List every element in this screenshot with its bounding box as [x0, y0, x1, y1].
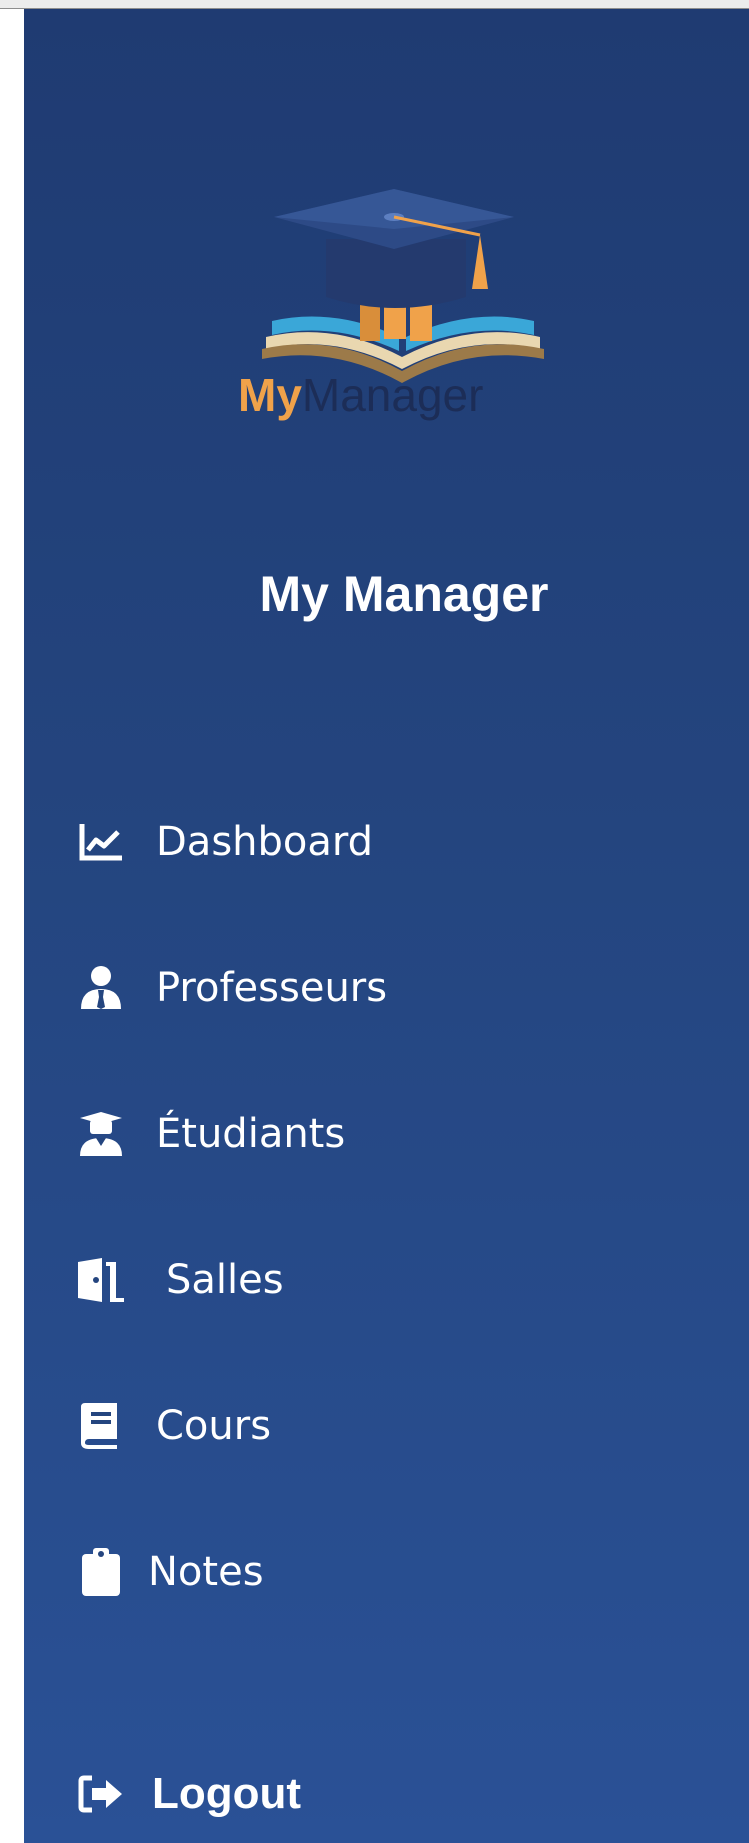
app-title: My Manager	[259, 566, 549, 622]
nav-item-dashboard[interactable]: Dashboard	[76, 807, 676, 877]
logout-icon	[76, 1769, 126, 1819]
svg-text:MyManager: MyManager	[238, 369, 483, 421]
app-logo: MyManager	[234, 169, 614, 439]
nav-item-etudiants[interactable]: Étudiants	[76, 1099, 676, 1169]
logo-text-manager: Manager	[302, 369, 484, 421]
nav-label-cours: Cours	[156, 1403, 272, 1449]
nav-label-notes: Notes	[148, 1549, 264, 1595]
book-icon	[76, 1401, 126, 1451]
nav-label-professeurs: Professeurs	[156, 965, 388, 1011]
logo-text-my: My	[238, 369, 302, 421]
nav-item-notes[interactable]: Notes	[76, 1537, 676, 1607]
logout-button[interactable]: Logout	[76, 1759, 676, 1829]
nav-label-dashboard: Dashboard	[156, 819, 374, 865]
nav-label-salles: Salles	[166, 1257, 284, 1303]
logout-label: Logout	[152, 1769, 302, 1818]
user-graduate-icon	[76, 1109, 126, 1159]
nav-item-salles[interactable]: Salles	[76, 1245, 676, 1315]
door-open-icon	[76, 1255, 126, 1305]
clipboard-icon	[76, 1547, 126, 1597]
chart-line-icon	[76, 817, 126, 867]
sidebar: MyManager My Manager Dashboard Professeu…	[24, 9, 749, 1843]
window-top-border	[0, 0, 749, 9]
nav-item-cours[interactable]: Cours	[76, 1391, 676, 1461]
nav-label-etudiants: Étudiants	[156, 1111, 346, 1157]
nav-item-professeurs[interactable]: Professeurs	[76, 953, 676, 1023]
user-tie-icon	[76, 963, 126, 1013]
window-left-margin	[0, 9, 24, 1843]
